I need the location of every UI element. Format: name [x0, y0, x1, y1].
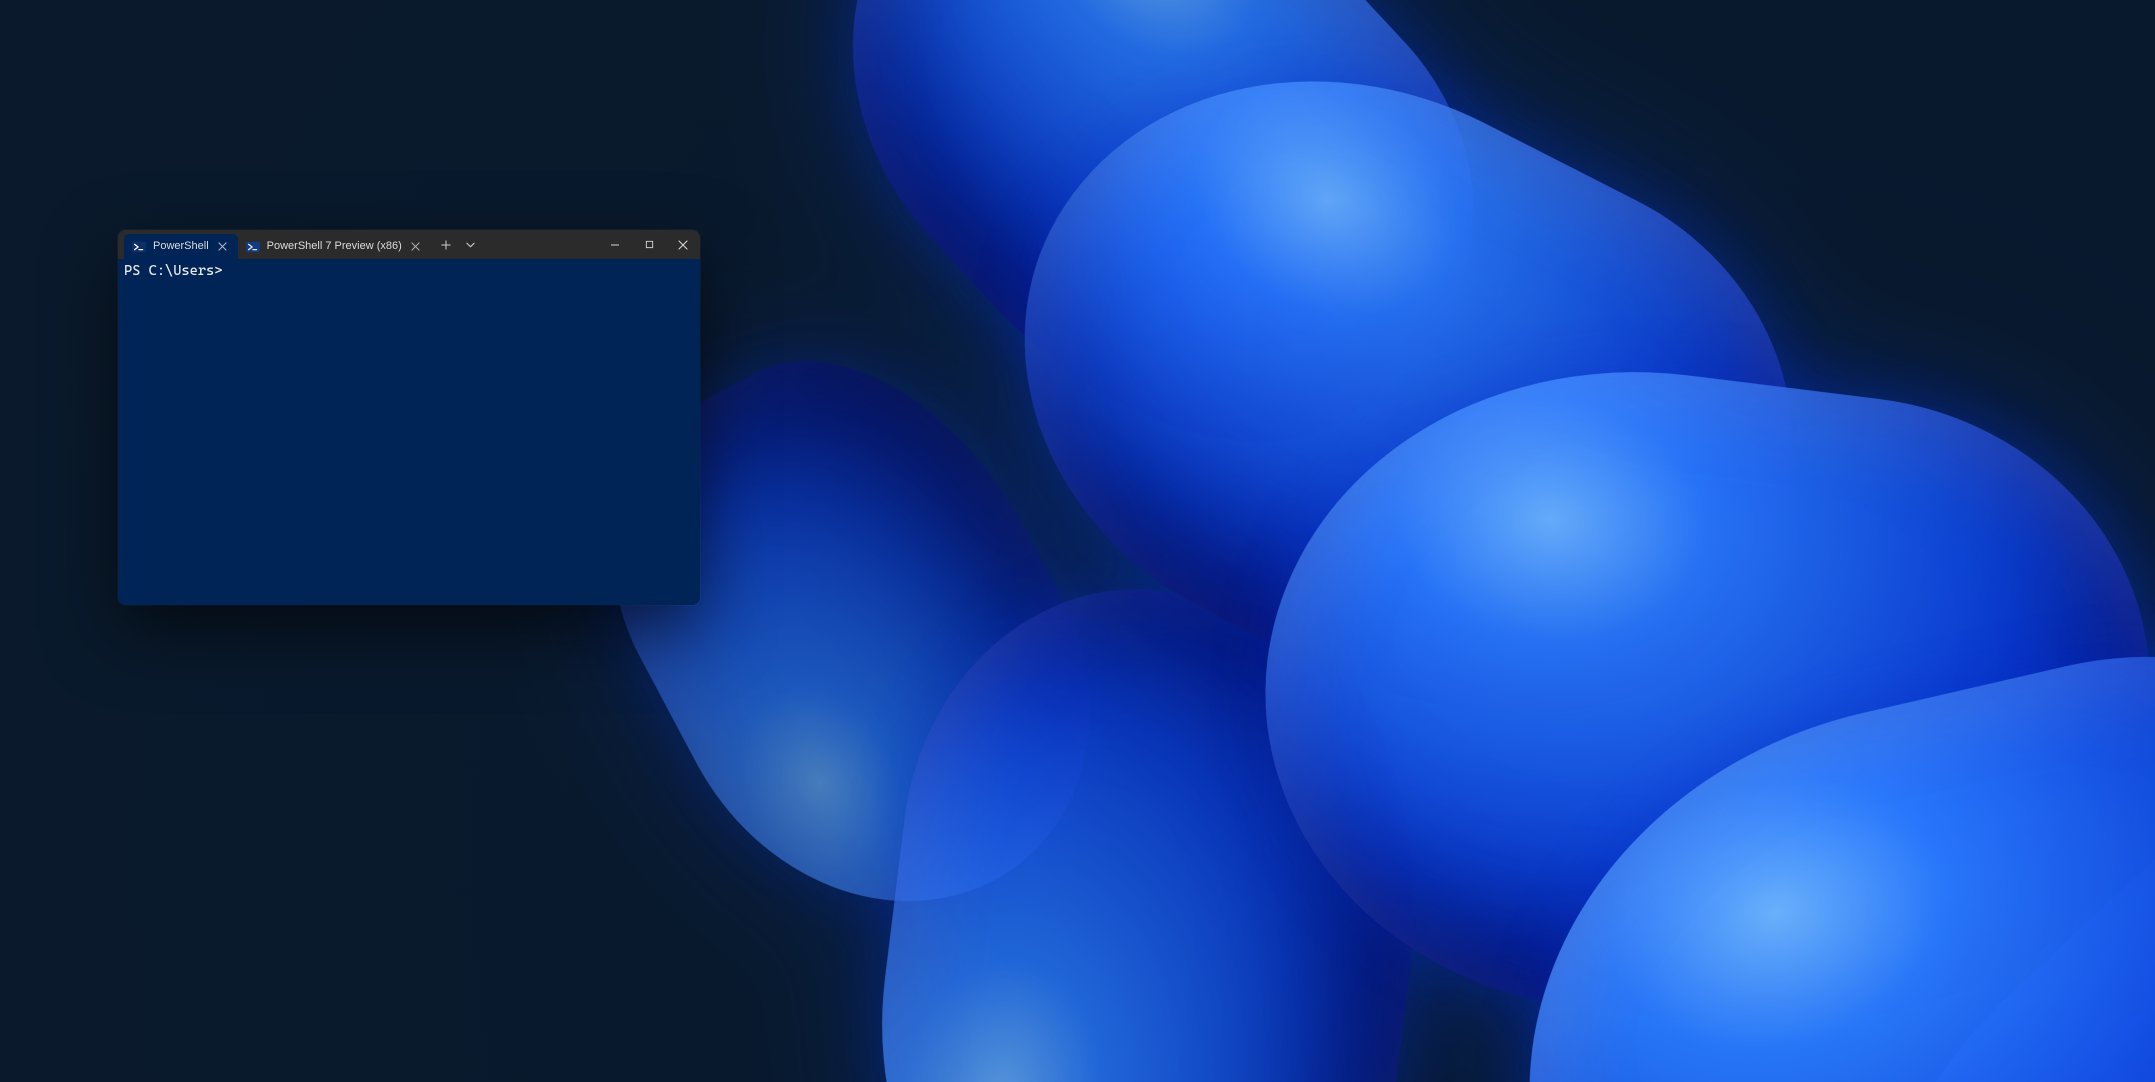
tab-strip: PowerShell PowerShell 7 Preview (x86)	[118, 230, 431, 259]
close-tab-button[interactable]	[409, 240, 423, 254]
caption-buttons	[598, 230, 700, 259]
new-tab-button[interactable]	[431, 230, 461, 259]
tab-actions	[431, 230, 481, 259]
powershell7-icon	[246, 240, 260, 254]
windows-terminal-window[interactable]: PowerShell PowerShell 7 Preview (x86)	[118, 230, 700, 605]
tab-label: PowerShell	[153, 241, 209, 252]
titlebar[interactable]: PowerShell PowerShell 7 Preview (x86)	[118, 230, 700, 259]
prompt-line: PS C:\Users>	[124, 263, 222, 279]
tab-powershell7-preview[interactable]: PowerShell 7 Preview (x86)	[238, 234, 431, 259]
maximize-button[interactable]	[632, 230, 666, 259]
tab-dropdown-button[interactable]	[461, 230, 481, 259]
titlebar-drag-region[interactable]	[481, 230, 598, 259]
minimize-button[interactable]	[598, 230, 632, 259]
terminal-pane[interactable]: PS C:\Users>	[118, 259, 700, 605]
powershell-icon	[132, 240, 146, 254]
tab-label: PowerShell 7 Preview (x86)	[267, 241, 402, 252]
close-window-button[interactable]	[666, 230, 700, 259]
tab-powershell[interactable]: PowerShell	[124, 234, 238, 259]
close-tab-button[interactable]	[216, 240, 230, 254]
